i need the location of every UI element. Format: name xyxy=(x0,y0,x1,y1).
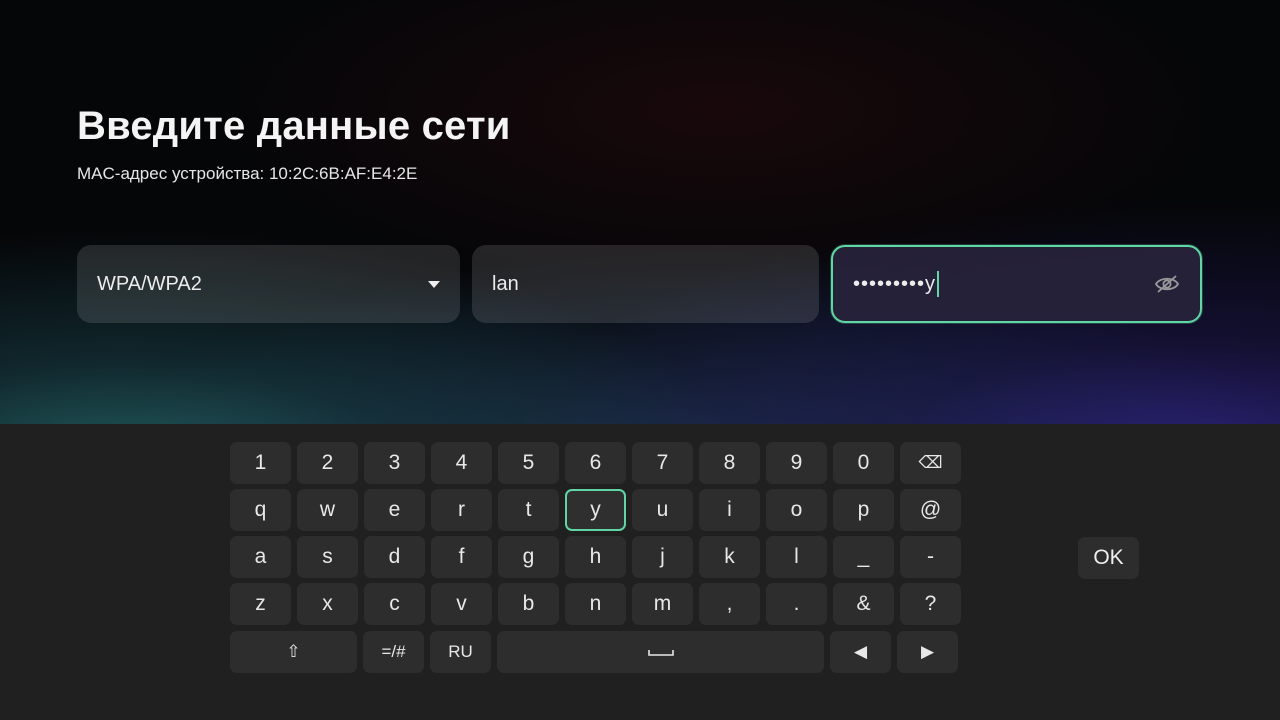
key-y[interactable]: y xyxy=(565,489,626,531)
key-n[interactable]: n xyxy=(565,583,626,625)
key-x[interactable]: x xyxy=(297,583,358,625)
key-period[interactable]: . xyxy=(766,583,827,625)
key-k[interactable]: k xyxy=(699,536,760,578)
cursor-right-key[interactable]: ▶ xyxy=(897,631,958,673)
key-5[interactable]: 5 xyxy=(498,442,559,484)
key-9[interactable]: 9 xyxy=(766,442,827,484)
key-4[interactable]: 4 xyxy=(431,442,492,484)
ssid-value: lan xyxy=(492,272,519,295)
ssid-input[interactable]: lan xyxy=(472,245,819,323)
security-type-value: WPA/WPA2 xyxy=(97,272,202,295)
key-underscore[interactable]: _ xyxy=(833,536,894,578)
page-title: Введите данные сети xyxy=(77,104,511,148)
key-d[interactable]: d xyxy=(364,536,425,578)
shift-icon: ⇧ xyxy=(286,642,301,661)
dropdown-arrow-icon xyxy=(428,280,440,288)
key-e[interactable]: e xyxy=(364,489,425,531)
key-t[interactable]: t xyxy=(498,489,559,531)
key-comma[interactable]: , xyxy=(699,583,760,625)
key-7[interactable]: 7 xyxy=(632,442,693,484)
ok-button[interactable]: OK xyxy=(1078,537,1139,579)
key-f[interactable]: f xyxy=(431,536,492,578)
key-8[interactable]: 8 xyxy=(699,442,760,484)
key-l[interactable]: l xyxy=(766,536,827,578)
key-p[interactable]: p xyxy=(833,489,894,531)
language-key[interactable]: RU xyxy=(430,631,491,673)
shift-key[interactable]: ⇧ xyxy=(230,631,357,673)
key-z[interactable]: z xyxy=(230,583,291,625)
space-key[interactable] xyxy=(497,631,824,673)
password-value: ••••••••• y xyxy=(853,271,940,297)
key-c[interactable]: c xyxy=(364,583,425,625)
key-u[interactable]: u xyxy=(632,489,693,531)
backspace-key[interactable]: ⌫ xyxy=(900,442,961,484)
key-3[interactable]: 3 xyxy=(364,442,425,484)
key-question[interactable]: ? xyxy=(900,583,961,625)
key-o[interactable]: o xyxy=(766,489,827,531)
key-v[interactable]: v xyxy=(431,583,492,625)
key-b[interactable]: b xyxy=(498,583,559,625)
key-r[interactable]: r xyxy=(431,489,492,531)
security-type-dropdown[interactable]: WPA/WPA2 xyxy=(77,245,460,323)
key-2[interactable]: 2 xyxy=(297,442,358,484)
key-i[interactable]: i xyxy=(699,489,760,531)
space-icon xyxy=(647,650,674,656)
key-j[interactable]: j xyxy=(632,536,693,578)
key-ampersand[interactable]: & xyxy=(833,583,894,625)
key-a[interactable]: a xyxy=(230,536,291,578)
arrow-right-icon: ▶ xyxy=(920,642,935,661)
key-h[interactable]: h xyxy=(565,536,626,578)
key-hyphen[interactable]: - xyxy=(900,536,961,578)
key-6[interactable]: 6 xyxy=(565,442,626,484)
password-input[interactable]: ••••••••• y xyxy=(831,245,1202,323)
key-s[interactable]: s xyxy=(297,536,358,578)
key-g[interactable]: g xyxy=(498,536,559,578)
arrow-left-icon: ◀ xyxy=(853,642,868,661)
key-0[interactable]: 0 xyxy=(833,442,894,484)
symbols-key[interactable]: =/# xyxy=(363,631,424,673)
key-1[interactable]: 1 xyxy=(230,442,291,484)
key-at[interactable]: @ xyxy=(900,489,961,531)
cursor-left-key[interactable]: ◀ xyxy=(830,631,891,673)
on-screen-keyboard: 1 2 3 4 5 6 7 8 9 0 ⌫ q w e r t y u i o p @ a s d f g h j k l _ - z x c v b n m… xyxy=(0,424,1280,720)
background-panel: Введите данные сети MAC-адрес устройства… xyxy=(0,0,1280,424)
key-m[interactable]: m xyxy=(632,583,693,625)
key-q[interactable]: q xyxy=(230,489,291,531)
password-masked: ••••••••• xyxy=(853,272,926,295)
eye-off-icon[interactable] xyxy=(1154,274,1180,294)
key-w[interactable]: w xyxy=(297,489,358,531)
password-last-char: y xyxy=(925,272,937,295)
text-cursor xyxy=(937,271,940,297)
mac-address-text: MAC-адрес устройства: 10:2C:6B:AF:E4:2E xyxy=(77,164,418,183)
